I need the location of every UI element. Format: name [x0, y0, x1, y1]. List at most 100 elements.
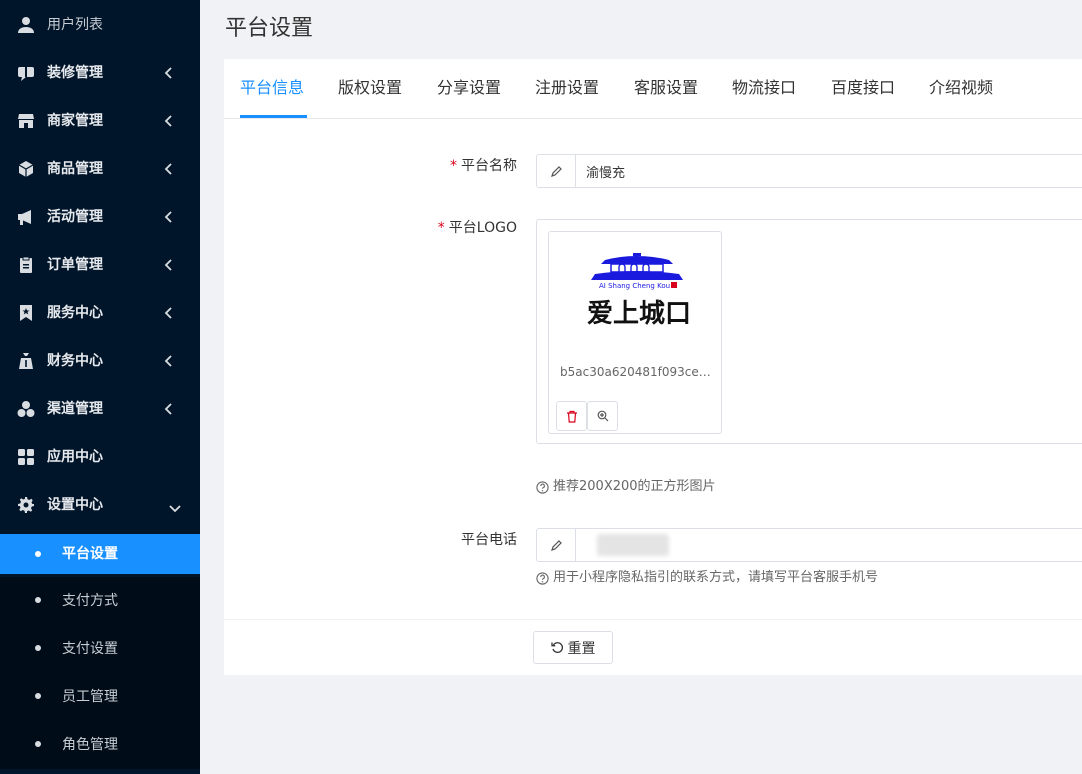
label-text: 平台电话 — [461, 532, 517, 548]
tab-platform-info[interactable]: 平台信息 — [240, 77, 304, 117]
grid-icon — [18, 449, 34, 465]
submenu-item-roles[interactable]: 角色管理 — [0, 721, 200, 769]
tab-share[interactable]: 分享设置 — [437, 77, 501, 117]
sidebar-item-apps[interactable]: 应用中心 — [0, 433, 200, 481]
chevron-left-icon — [164, 115, 172, 127]
active-tab-indicator — [240, 115, 307, 118]
sidebar: 用户列表 装修管理 商家管理 商品管理 活动管理 订单管理 服务中心 财务中心 … — [0, 0, 200, 774]
settings-card: 平台信息 版权设置 分享设置 注册设置 客服设置 物流接口 百度接口 介绍视频 … — [224, 59, 1082, 675]
sidebar-item-label: 商家管理 — [47, 113, 103, 129]
required-mark: * — [450, 158, 457, 174]
tab-copyright[interactable]: 版权设置 — [338, 77, 402, 117]
logo-file-card: AI Shang Cheng Kou 爱上城口 b5ac30a620481f09… — [548, 231, 722, 434]
sidebar-item-service[interactable]: 服务中心 — [0, 289, 200, 337]
delete-logo-button[interactable] — [556, 401, 587, 431]
input-prefix — [537, 155, 576, 187]
question-circle-icon — [536, 480, 549, 494]
pencil-icon — [550, 539, 562, 551]
refresh-icon — [550, 642, 563, 653]
sidebar-item-label: 订单管理 — [47, 257, 103, 273]
tab-baidu-api[interactable]: 百度接口 — [831, 77, 895, 117]
chevron-left-icon — [164, 67, 172, 79]
sidebar-item-decoration[interactable]: 装修管理 — [0, 49, 200, 97]
chevron-left-icon — [164, 307, 172, 319]
submenu-label: 支付设置 — [62, 641, 118, 657]
sidebar-item-settings[interactable]: 设置中心 — [0, 481, 200, 529]
question-circle-icon — [536, 571, 549, 585]
hint-text: 推荐200X200的正方形图片 — [553, 479, 716, 494]
sidebar-item-label: 商品管理 — [47, 161, 103, 177]
bullet-icon — [35, 741, 41, 747]
logo-maintext: 爱上城口 — [587, 299, 689, 329]
megaphone-icon — [18, 210, 31, 225]
hint-text: 用于小程序隐私指引的联系方式，请填写平台客服手机号 — [553, 570, 879, 585]
sidebar-item-label: 渠道管理 — [47, 401, 103, 417]
input-prefix — [537, 529, 576, 561]
chevron-left-icon — [164, 403, 172, 415]
sidebar-item-label: 服务中心 — [47, 305, 103, 321]
sidebar-item-products[interactable]: 商品管理 — [0, 145, 200, 193]
platform-name-input-group — [536, 154, 1082, 188]
tab-customer-service[interactable]: 客服设置 — [634, 77, 698, 117]
required-mark: * — [437, 220, 445, 236]
platform-name-input[interactable] — [577, 155, 1077, 187]
page-title: 平台设置 — [225, 16, 314, 41]
bullet-icon — [35, 645, 41, 651]
tab-bar: 平台信息 版权设置 分享设置 注册设置 客服设置 物流接口 百度接口 介绍视频 — [224, 59, 1082, 119]
sidebar-item-label: 用户列表 — [47, 17, 103, 33]
chevron-left-icon — [164, 211, 172, 223]
label-text: 平台LOGO — [448, 220, 517, 236]
submenu-label: 平台设置 — [62, 546, 118, 562]
logo-subtext: AI Shang Cheng Kou — [599, 282, 670, 290]
sidebar-item-orders[interactable]: 订单管理 — [0, 241, 200, 289]
platform-logo-label: * 平台LOGO — [438, 218, 517, 238]
chevron-left-icon — [164, 355, 172, 367]
clipboard-icon — [20, 256, 32, 273]
platform-phone-input[interactable] — [577, 529, 1077, 561]
tab-register[interactable]: 注册设置 — [535, 77, 599, 117]
sidebar-item-finance[interactable]: 财务中心 — [0, 337, 200, 385]
redacted-phone-value — [597, 534, 669, 556]
submenu-label: 角色管理 — [62, 737, 118, 753]
sidebar-item-merchants[interactable]: 商家管理 — [0, 97, 200, 145]
bullet-icon — [35, 551, 41, 557]
tab-intro-video[interactable]: 介绍视频 — [929, 77, 993, 117]
submenu-item-payment-settings[interactable]: 支付设置 — [0, 625, 200, 673]
sidebar-item-label: 装修管理 — [47, 65, 103, 81]
submenu-item-payment-methods[interactable]: 支付方式 — [0, 577, 200, 625]
cubes-icon — [17, 401, 35, 417]
sidebar-item-users[interactable]: 用户列表 — [0, 1, 200, 49]
chat-bubble-icon — [18, 67, 34, 81]
chevron-left-icon — [164, 163, 172, 175]
sidebar-item-activities[interactable]: 活动管理 — [0, 193, 200, 241]
label-text: 平台名称 — [461, 158, 517, 174]
reset-label: 重置 — [567, 640, 596, 657]
logo-hint: 推荐200X200的正方形图片 — [536, 478, 716, 496]
money-bag-icon — [19, 353, 33, 369]
logo-image: AI Shang Cheng Kou 爱上城口 — [587, 253, 689, 329]
store-icon — [18, 114, 34, 128]
zoom-in-icon — [597, 410, 608, 422]
gear-icon — [18, 497, 34, 513]
logo-upload-area[interactable]: AI Shang Cheng Kou 爱上城口 b5ac30a620481f09… — [536, 219, 1082, 444]
preview-logo-button[interactable] — [587, 401, 618, 431]
phone-hint: 用于小程序隐私指引的联系方式，请填写平台客服手机号 — [536, 569, 878, 587]
sidebar-item-label: 应用中心 — [47, 449, 103, 465]
tab-logistics-api[interactable]: 物流接口 — [732, 77, 796, 117]
sidebar-item-label: 财务中心 — [47, 353, 103, 369]
submenu-item-platform-settings[interactable]: 平台设置 — [0, 534, 200, 574]
sidebar-item-label: 设置中心 — [47, 497, 103, 513]
reset-button[interactable]: 重置 — [533, 631, 613, 664]
user-icon — [18, 17, 34, 33]
divider — [224, 619, 1082, 620]
pencil-icon — [550, 165, 562, 177]
bullet-icon — [35, 693, 41, 699]
platform-phone-input-group — [536, 528, 1082, 562]
chevron-left-icon — [164, 259, 172, 271]
bullet-icon — [35, 597, 41, 603]
submenu-item-staff[interactable]: 员工管理 — [0, 673, 200, 721]
chevron-down-icon — [169, 505, 181, 513]
sidebar-item-channels[interactable]: 渠道管理 — [0, 385, 200, 433]
bookmark-star-icon — [20, 305, 32, 321]
submenu-label: 员工管理 — [62, 689, 118, 705]
